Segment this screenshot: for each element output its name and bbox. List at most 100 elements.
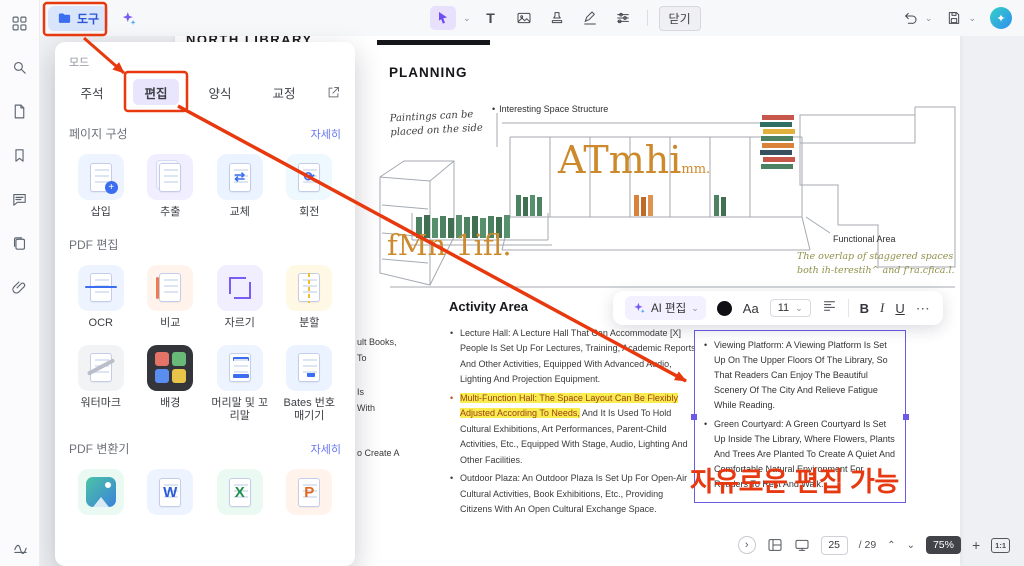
excel-icon: X xyxy=(216,469,263,515)
panel-item-to-image[interactable] xyxy=(69,469,133,515)
page-section-header: 페이지 구성 자세히 xyxy=(69,125,341,142)
font-family-button[interactable]: Aa xyxy=(743,301,759,316)
panel-item-watermark[interactable]: 워터마크 xyxy=(69,344,133,425)
panel-item-label: OCR xyxy=(88,316,113,329)
clipped-text-fragment: Is xyxy=(357,387,365,397)
tools-menu-label: 도구 xyxy=(77,11,100,26)
edited-text-small[interactable]: fMn 1ifl. xyxy=(387,228,512,262)
zoom-in-button[interactable]: + xyxy=(972,537,980,553)
document-icon[interactable] xyxy=(11,102,29,120)
panel-item-split[interactable]: 분할 xyxy=(278,264,342,331)
app-window: 도구 ⌄ T 닫기 ⌄ ⌄ ✦ PLANNING Paintings can b… xyxy=(0,0,1024,566)
next-page-button[interactable]: ⌄ xyxy=(907,540,915,551)
panel-item-label: 교체 xyxy=(229,206,250,218)
panel-item-replace[interactable]: ⇄ 교체 xyxy=(208,154,272,220)
resize-handle-right[interactable] xyxy=(903,413,909,420)
attachment-icon[interactable] xyxy=(11,278,29,296)
panel-item-insert[interactable]: + 삽입 xyxy=(69,154,133,220)
extract-page-icon xyxy=(147,154,194,200)
add-image-tool-button[interactable] xyxy=(511,6,537,30)
previous-page-button[interactable]: ⌃ xyxy=(887,540,895,551)
panel-item-label: 워터마크 xyxy=(80,396,121,409)
collapse-statusbar-button[interactable]: › xyxy=(737,536,756,554)
functional-area-label: Functional Area xyxy=(833,234,896,244)
textbox-bullet-viewing-platform: • Viewing Platform: A Viewing Platform I… xyxy=(704,340,888,411)
search-icon[interactable] xyxy=(11,58,29,76)
align-text-icon[interactable] xyxy=(822,298,837,318)
mode-annotation-button[interactable]: 주석 xyxy=(69,79,115,105)
italic-button[interactable]: I xyxy=(880,300,884,316)
edited-text-large[interactable]: ATmhimm. xyxy=(558,138,710,182)
panel-item-to-ppt[interactable]: P xyxy=(278,469,342,515)
properties-sliders-icon[interactable] xyxy=(610,6,636,30)
panel-item-label: 머리말 및 꼬리말 xyxy=(211,396,269,423)
ai-sparkle-icon xyxy=(634,302,645,314)
page-number-input[interactable]: 25 xyxy=(820,535,848,555)
panel-item-background[interactable]: 배경 xyxy=(139,344,203,425)
stamp-tool-button[interactable] xyxy=(544,6,570,30)
folder-icon xyxy=(58,13,71,23)
bookmark-icon[interactable] xyxy=(11,146,29,164)
mode-proofread-button[interactable]: 교정 xyxy=(261,79,307,105)
annotation-caption: 자유로운 편집 가능 xyxy=(690,467,899,497)
bullet-outdoor-plaza: • Outdoor Plaza: An Outdoor Plaza Is Set… xyxy=(450,473,688,515)
add-text-tool-button[interactable]: T xyxy=(478,6,504,30)
font-color-swatch[interactable] xyxy=(716,300,732,316)
section-more-link[interactable]: 자세히 xyxy=(311,441,341,457)
status-bar: › 25 / 29 ⌃ ⌄ 75% + 1:1 xyxy=(737,532,1010,558)
edit-section-header: PDF 편집 xyxy=(69,236,341,253)
panel-item-to-word[interactable]: W xyxy=(139,469,203,515)
ai-edit-button[interactable]: AI 편집 ⌄ xyxy=(625,296,706,320)
font-size-select[interactable]: 11 ⌄ xyxy=(769,299,811,317)
close-button[interactable]: 닫기 xyxy=(658,5,701,31)
save-icon[interactable] xyxy=(946,10,962,26)
ai-assistant-icon[interactable]: ✦ xyxy=(990,7,1012,29)
underline-button[interactable]: U xyxy=(895,301,904,316)
select-tool-chevron-icon[interactable]: ⌄ xyxy=(463,13,471,23)
thumbnail-panel-icon[interactable] xyxy=(767,537,783,553)
compare-icon xyxy=(147,264,194,311)
bullet-lecture-hall: • Lecture Hall: A Lecture Hall That Can … xyxy=(450,328,696,385)
panel-item-header-footer[interactable]: 머리말 및 꼬리말 xyxy=(208,344,272,425)
mode-edit-button[interactable]: 편집 xyxy=(133,79,179,105)
background-icon xyxy=(147,344,194,391)
panel-item-crop[interactable]: 자르기 xyxy=(208,264,272,331)
bold-button[interactable]: B xyxy=(860,301,869,316)
section-more-link[interactable]: 자세히 xyxy=(311,126,341,142)
panel-item-ocr[interactable]: OCR xyxy=(69,264,133,331)
section-title: PDF 변환기 xyxy=(69,442,130,456)
activity-bullet-list: • Lecture Hall: A Lecture Hall That Can … xyxy=(450,326,696,521)
panel-item-extract[interactable]: 추출 xyxy=(139,154,203,220)
select-tool-button[interactable] xyxy=(430,6,456,30)
panel-item-label: 삽입 xyxy=(90,206,111,218)
apps-grid-icon[interactable] xyxy=(11,14,29,32)
save-chevron-icon[interactable]: ⌄ xyxy=(968,13,976,23)
panel-item-label: 분할 xyxy=(299,316,320,329)
undo-icon[interactable] xyxy=(903,10,919,26)
mode-form-button[interactable]: 양식 xyxy=(197,79,243,105)
zoom-level-badge[interactable]: 75% xyxy=(925,536,961,554)
ocr-icon xyxy=(77,264,124,311)
undo-chevron-icon[interactable]: ⌄ xyxy=(925,13,933,23)
handwritten-note-staggered: The overlap of staggered spaces both ih-… xyxy=(797,251,955,277)
presentation-mode-icon[interactable] xyxy=(794,537,810,553)
page-total-label: / 29 xyxy=(858,539,877,551)
replace-page-icon: ⇄ xyxy=(216,154,263,200)
notes-icon[interactable] xyxy=(11,234,29,252)
signature-tool-button[interactable] xyxy=(577,6,603,30)
more-options-button[interactable]: ⋯ xyxy=(916,300,931,317)
open-in-new-icon[interactable] xyxy=(326,85,341,100)
panel-item-rotate[interactable]: ⟳ 회전 xyxy=(278,154,342,220)
panel-item-bates-numbering[interactable]: Bates 번호 매기기 xyxy=(278,344,342,425)
watermark-icon xyxy=(77,344,124,391)
panel-item-to-excel[interactable]: X xyxy=(208,469,272,515)
section-title: PDF 편집 xyxy=(69,237,119,252)
actual-size-button[interactable]: 1:1 xyxy=(991,537,1010,553)
ai-sparkle-icon[interactable] xyxy=(120,10,137,27)
panel-item-compare[interactable]: 비교 xyxy=(139,264,203,331)
comment-icon[interactable] xyxy=(11,190,29,208)
tools-menu-button[interactable]: 도구 xyxy=(48,5,109,31)
page-tools-grid: + 삽입 추출 ⇄ 교체 ⟳ 회전 xyxy=(69,154,341,220)
bates-numbering-icon xyxy=(286,344,333,391)
resize-handle-left[interactable] xyxy=(691,413,697,420)
